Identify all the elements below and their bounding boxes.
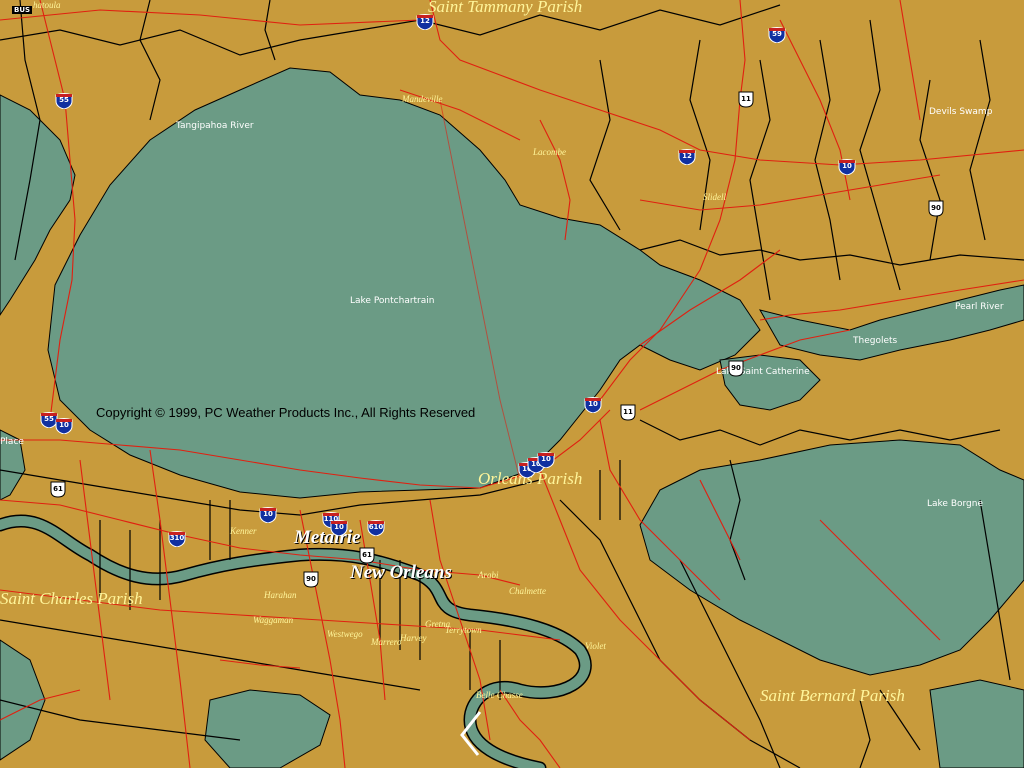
us-61-metairie-shield[interactable]: 61 [358,547,376,564]
interstate-59-shield[interactable]: 59 [768,26,786,43]
label-tangipahoa-river: Tangipahoa River [176,121,254,131]
label-chalmette: Chalmette [509,586,546,596]
southeast-water [929,679,1024,768]
interstate-10-metairie-shield[interactable]: 10 [330,519,348,536]
us-90-east-shield[interactable]: 90 [927,200,945,217]
label-ponchatoula: hatoula [33,0,61,10]
label-gretna: Gretna [425,619,451,629]
label-new-orleans: New Orleans [350,562,452,583]
label-westwego: Westwego [327,629,363,639]
label-slidell: Slidell [703,192,726,202]
label-terrytown: Terrytown [445,625,482,635]
interstate-310-shield[interactable]: 310 [168,530,186,547]
interstate-10-orleans-shield[interactable]: 10 [584,396,602,413]
label-violet: Violet [585,641,606,651]
label-harahan: Harahan [264,590,297,600]
us-90-st-catherine-shield[interactable]: 90 [727,360,745,377]
label-arabi: Arabi [478,570,499,580]
label-kenner: Kenner [230,526,257,536]
bus-route-badge: BUS [12,6,33,14]
interstate-10-kenner-shield[interactable]: 10 [259,506,277,523]
label-laplace: Place [0,437,24,447]
us-11-south-shield[interactable]: 11 [619,404,637,421]
interstate-55-shield[interactable]: 55 [55,92,73,109]
interstate-10-west-shield[interactable]: 10 [55,417,73,434]
interstate-12-shield[interactable]: 12 [416,13,434,30]
label-lacombe: Lacombe [533,147,566,157]
copyright-notice: Copyright © 1999, PC Weather Products In… [96,405,476,420]
label-mandeville: Mandeville [402,94,443,104]
interstate-12-east-shield[interactable]: 12 [678,148,696,165]
label-pearl-river: Pearl River [955,302,1004,312]
label-waggaman: Waggaman [253,615,294,625]
interstate-10-causeway-shield[interactable]: 10 [537,451,555,468]
label-metairie: Metairie [294,527,361,548]
label-saint-tammany-parish: Saint Tammany Parish [428,0,583,16]
interstate-610-shield[interactable]: 610 [367,519,385,536]
us-11-north-shield[interactable]: 11 [737,91,755,108]
label-the-rigolets: Thegolets [853,336,898,346]
label-saint-bernard-parish: Saint Bernard Parish [760,686,905,705]
us-90-harahan-shield[interactable]: 90 [302,571,320,588]
label-saint-charles-parish: Saint Charles Parish [0,589,143,608]
interstate-10-slidell-shield[interactable]: 10 [838,158,856,175]
label-lake-pontchartrain: Lake Pontchartrain [350,296,435,306]
label-harvey: Harvey [400,633,427,643]
label-belle-chasse: Belle Chasse [476,690,523,700]
us-61-west-shield[interactable]: 61 [49,481,67,498]
map-canvas[interactable] [0,0,1024,768]
label-devils-swamp: Devils Swamp [929,107,993,117]
label-marrero: Marrero [371,637,402,647]
label-lake-borgne: Lake Borgne [927,499,983,509]
